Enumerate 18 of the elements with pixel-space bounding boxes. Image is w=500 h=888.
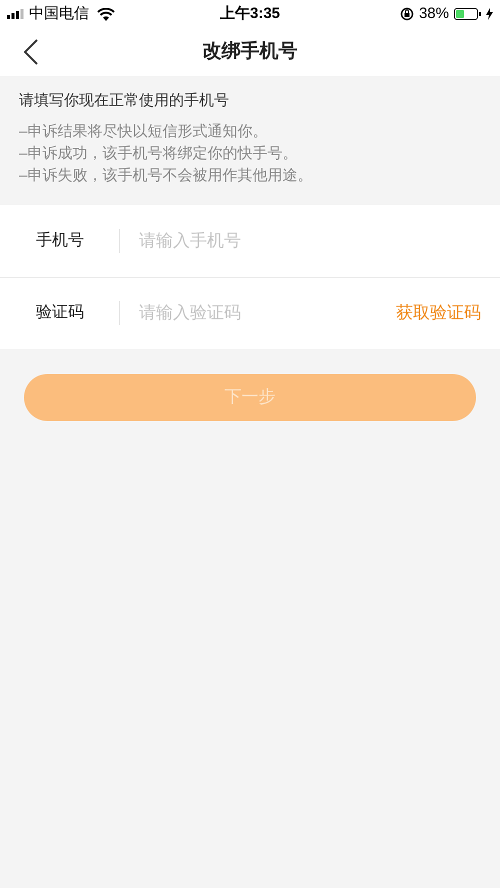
signal-icon [7,9,25,19]
carrier-name: 中国电信 [29,4,89,24]
notice-line: –申诉失败，该手机号不会被用作其他用途。 [19,166,314,186]
charging-icon [486,8,493,20]
field-label: 验证码 [36,301,120,325]
field-label: 手机号 [36,228,120,252]
page-title: 改绑手机号 [202,40,298,64]
get-code-button[interactable]: 获取验证码 [396,300,481,326]
phone-input-field[interactable]: 请输入手机号 [139,228,500,254]
orientation-lock-icon [400,7,414,21]
notice-line: –申诉成功，该手机号将绑定你的快手号。 [19,144,298,164]
battery-icon [454,8,481,20]
clock-time: 上午3:35 [220,4,280,24]
code-input-field[interactable]: 请输入验证码 [139,300,396,326]
wifi-icon [97,8,115,20]
notice-line: –申诉结果将尽快以短信形式通知你。 [19,122,268,142]
notice-heading: 请填写你现在正常使用的手机号 [19,91,230,111]
battery-percent: 38% [418,4,449,24]
